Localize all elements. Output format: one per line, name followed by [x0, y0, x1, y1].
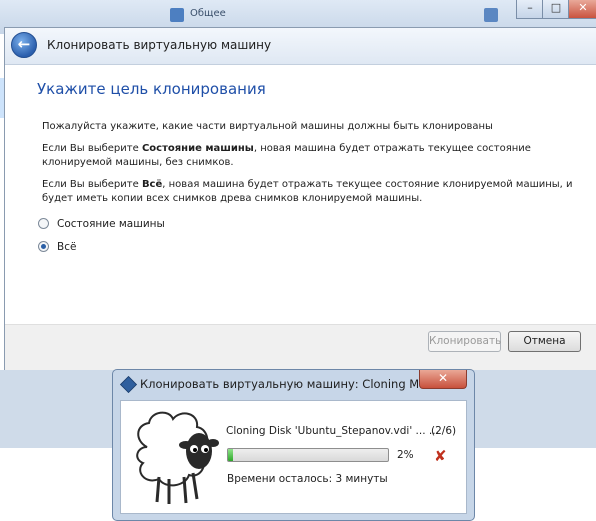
- cloning-file-label: Cloning Disk 'Ubuntu_Stepanov.vdi' ... .…: [226, 425, 439, 437]
- preview-icon: [484, 8, 498, 22]
- general-icon: [170, 8, 184, 22]
- progress-content: Cloning Disk 'Ubuntu_Stepanov.vdi' ... .…: [120, 400, 467, 514]
- wizard-description: Пожалуйста укажите, какие части виртуаль…: [42, 120, 582, 214]
- wizard-button-bar: Клонировать Отмена: [5, 324, 596, 370]
- cancel-x-icon[interactable]: ✘: [434, 447, 447, 465]
- progress-bar-fill: [228, 449, 233, 461]
- radio-button[interactable]: [38, 218, 49, 229]
- progress-percent: 2%: [397, 449, 414, 461]
- step-counter: (2/6): [431, 425, 457, 437]
- clone-button[interactable]: Клонировать: [428, 331, 501, 352]
- sheep-icon: [136, 411, 219, 504]
- clone-wizard-dialog: ← Клонировать виртуальную машину Укажите…: [4, 27, 596, 370]
- time-remaining: Времени осталось: 3 минуты: [227, 473, 388, 485]
- virtualbox-icon: [120, 376, 137, 393]
- option2-description: Если Вы выберите Всё, новая машина будет…: [42, 179, 573, 204]
- maximize-button[interactable]: □: [542, 0, 570, 19]
- wizard-title: Клонировать виртуальную машину: [47, 38, 272, 52]
- radio-everything[interactable]: Всё: [38, 239, 76, 255]
- wizard-heading: Укажите цель клонирования: [37, 80, 266, 98]
- background-tab-label: Общее: [190, 8, 226, 19]
- wizard-header: ← Клонировать виртуальную машину: [5, 28, 596, 65]
- progress-dialog-title: Клонировать виртуальную машину: Cloning …: [140, 377, 418, 391]
- radio-label: Всё: [57, 241, 77, 253]
- close-button[interactable]: ✕: [568, 0, 596, 19]
- progress-dialog: Клонировать виртуальную машину: Cloning …: [112, 369, 475, 521]
- radio-button[interactable]: [38, 241, 49, 252]
- intro-text: Пожалуйста укажите, какие части виртуаль…: [42, 121, 493, 132]
- progress-close-button[interactable]: ✕: [419, 370, 467, 389]
- radio-label: Состояние машины: [57, 218, 165, 230]
- minimize-button[interactable]: –: [516, 0, 544, 19]
- back-arrow-icon[interactable]: ←: [11, 32, 37, 58]
- progress-bar: [227, 448, 389, 462]
- option1-description: Если Вы выберите Состояние машины, новая…: [42, 143, 531, 168]
- radio-machine-state[interactable]: Состояние машины: [38, 216, 165, 232]
- cancel-button[interactable]: Отмена: [508, 331, 581, 352]
